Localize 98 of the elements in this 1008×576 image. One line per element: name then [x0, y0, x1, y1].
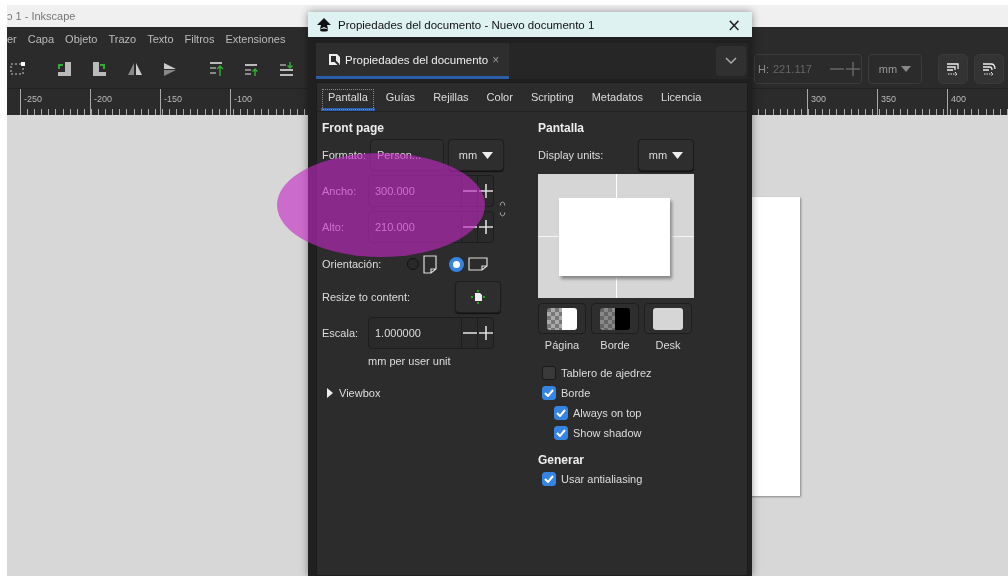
field-label: Formato:	[322, 148, 366, 162]
resize-button[interactable]	[455, 281, 501, 313]
menu-item[interactable]: Extensiones	[225, 32, 286, 45]
increment-button[interactable]	[478, 211, 494, 243]
plus-icon	[846, 62, 860, 76]
menu-item[interactable]: Texto	[147, 32, 174, 45]
portrait-page-icon	[423, 254, 438, 274]
unit-dropdown[interactable]: mm	[638, 139, 694, 171]
tab[interactable]: Metadatos	[584, 88, 651, 111]
field-label: Escala:	[322, 326, 360, 340]
checkbox-label: Tablero de ajedrez	[561, 367, 652, 379]
section-heading: Generar	[538, 453, 586, 467]
checkbox-label: Show shadow	[573, 427, 642, 439]
close-button[interactable]: ×	[492, 52, 500, 67]
lower-icon[interactable]	[278, 60, 296, 78]
resize-page-icon	[471, 290, 485, 304]
swatch-label: Desk	[654, 339, 682, 351]
field-label: Resize to content:	[322, 290, 412, 304]
toolbar-button[interactable]	[938, 54, 968, 84]
tab[interactable]: Licencia	[654, 88, 709, 111]
color-swatch	[600, 307, 630, 330]
unit-dropdown[interactable]: mm	[448, 139, 504, 171]
app-logo-icon	[316, 16, 332, 33]
decrement-button[interactable]	[462, 211, 478, 243]
ruler-label: -100	[234, 94, 252, 104]
ruler-label: 350	[881, 94, 897, 104]
unit-note: mm per user unit	[367, 355, 452, 367]
tab[interactable]: Color	[479, 88, 520, 111]
menu-button[interactable]	[716, 46, 746, 76]
tab[interactable]: Pantalla	[321, 88, 375, 111]
menu-item[interactable]: er	[7, 32, 17, 45]
section-heading: Front page	[322, 121, 385, 135]
document-icon	[328, 53, 341, 66]
ruler-label: -200	[94, 94, 112, 104]
checkmark-icon	[556, 409, 566, 417]
checkbox[interactable]	[542, 472, 556, 486]
landscape-page-icon	[468, 257, 489, 271]
radio-button[interactable]	[407, 258, 420, 270]
plus-icon	[478, 184, 493, 198]
text-flow-icon	[945, 61, 961, 77]
checkmark-icon	[556, 429, 566, 437]
field-label: Orientación:	[322, 257, 382, 271]
unit-dropdown[interactable]: mm	[868, 54, 922, 84]
plus-icon	[478, 220, 493, 234]
tab[interactable]: Rejillas	[426, 88, 476, 111]
field-label: Display units:	[538, 148, 605, 162]
scale-field[interactable]: 1.000000	[368, 317, 462, 349]
text-flow-icon	[981, 61, 997, 77]
swatch-label: Borde	[599, 339, 631, 351]
field-label: Ancho:	[322, 184, 358, 198]
checkbox[interactable]	[542, 386, 556, 400]
color-button[interactable]	[591, 303, 639, 334]
ruler-label: 400	[951, 94, 967, 104]
increment-button[interactable]	[478, 175, 494, 207]
tab[interactable]: Guías	[378, 88, 423, 111]
section-heading: Pantalla	[538, 121, 586, 135]
checkbox-label: Usar antialiasing	[561, 473, 643, 485]
swatch-label: Página	[543, 339, 581, 351]
ruler-label: 300	[811, 94, 827, 104]
color-swatch	[653, 307, 683, 330]
caret-icon	[482, 151, 494, 159]
menu-item[interactable]: Trazo	[108, 32, 137, 45]
ruler-label: -150	[164, 94, 182, 104]
checkmark-icon	[544, 475, 554, 483]
checkmark-icon	[544, 389, 554, 397]
toolbar-button[interactable]	[974, 54, 1004, 84]
menu-item[interactable]: Capa	[27, 32, 55, 45]
menu-item[interactable]: Filtros	[184, 32, 215, 45]
raise-to-top-icon[interactable]	[208, 60, 226, 78]
chevron-down-icon	[725, 57, 737, 65]
caret-icon	[901, 66, 912, 72]
radio-button[interactable]	[449, 256, 465, 272]
color-swatch	[547, 307, 577, 330]
select-box-icon[interactable]	[9, 60, 27, 78]
tab[interactable]: Scripting	[523, 88, 581, 111]
expander[interactable]: Viewbox	[322, 387, 506, 399]
color-button[interactable]	[538, 303, 586, 334]
checkbox-label: Always on top	[573, 407, 642, 419]
caret-right-icon	[326, 388, 334, 398]
menu-item[interactable]: Objeto	[65, 32, 98, 45]
field-label: Alto:	[322, 220, 345, 234]
rotate-left-icon[interactable]	[56, 60, 74, 78]
panel-tab[interactable]: Propiedades del documento ×	[316, 43, 510, 79]
rotate-right-icon[interactable]	[91, 60, 109, 78]
plus-icon	[478, 326, 493, 340]
checkbox[interactable]	[554, 426, 568, 440]
field-label: H:	[757, 63, 769, 75]
color-button[interactable]	[644, 303, 692, 334]
field-value: 221.117	[772, 63, 813, 75]
decrement-button[interactable]	[462, 175, 478, 207]
checkbox-label: Borde	[561, 387, 591, 399]
caret-icon	[672, 151, 684, 159]
checkbox[interactable]	[542, 366, 556, 380]
increment-button[interactable]	[478, 317, 494, 349]
checkbox[interactable]	[554, 406, 568, 420]
decrement-button[interactable]	[462, 317, 478, 349]
ruler-label: -250	[24, 94, 42, 104]
tab-label: Propiedades del documento	[345, 53, 489, 66]
